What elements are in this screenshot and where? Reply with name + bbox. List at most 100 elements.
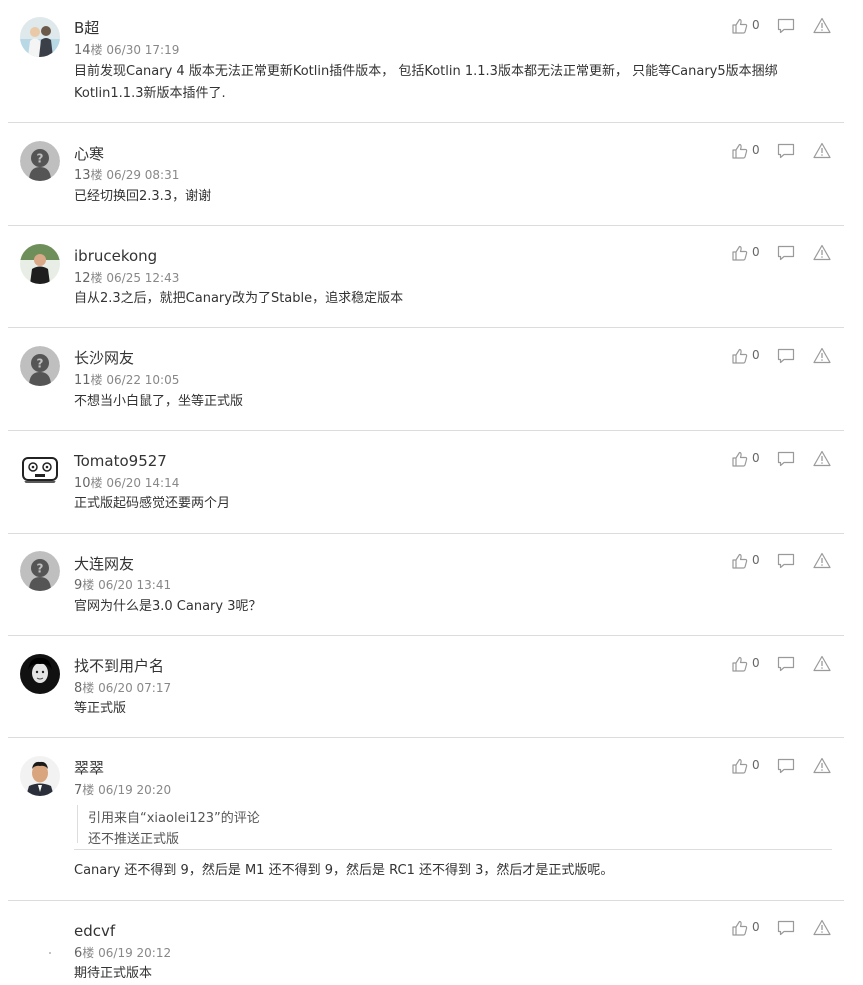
comment-meta: 12楼 06/25 12:43 [74, 271, 179, 286]
comment-item: ? 心寒 13楼 06/29 08:31 已经切换回2.3.3，谢谢 0 [8, 123, 844, 225]
comment-actions: 0 [731, 918, 831, 938]
report-button[interactable] [813, 346, 833, 366]
username[interactable]: 找不到用户名 [74, 657, 164, 675]
floor-suffix: 楼 [90, 476, 103, 490]
avatar[interactable] [20, 244, 60, 284]
comment-text: 已经切换回2.3.3，谢谢 [74, 189, 212, 204]
like-count: 0 [752, 656, 760, 670]
comment-meta: 9楼 06/20 13:41 [74, 578, 171, 593]
speech-bubble-icon [777, 245, 795, 261]
timestamp: 06/20 07:17 [98, 681, 172, 695]
like-button[interactable]: 0 [731, 654, 767, 674]
warning-triangle-icon [813, 244, 831, 261]
comment-item: B超 14楼 06/30 17:19 目前发现Canary 4 版本无法正常更新… [8, 0, 844, 120]
like-button[interactable]: 0 [731, 141, 767, 161]
comment-text: 正式版起码感觉还要两个月 [74, 496, 231, 511]
like-count: 0 [752, 348, 760, 362]
warning-triangle-icon [813, 347, 831, 364]
report-button[interactable] [813, 918, 833, 938]
comment-text: Canary 还不得到 9，然后是 M1 还不得到 9，然后是 RC1 还不得到… [74, 863, 614, 878]
floor-suffix: 楼 [82, 578, 95, 592]
floor-number: 12 [74, 271, 91, 286]
like-button[interactable]: 0 [731, 449, 767, 469]
thumbs-up-icon [732, 656, 748, 672]
svg-text:?: ? [37, 562, 44, 576]
floor-suffix: 楼 [82, 946, 95, 960]
avatar[interactable]: ? [20, 551, 60, 591]
comment-meta: 6楼 06/19 20:12 [74, 946, 171, 961]
report-button[interactable] [813, 16, 833, 36]
reply-button[interactable] [777, 141, 795, 161]
reply-button[interactable] [777, 346, 795, 366]
like-count: 0 [752, 18, 760, 32]
avatar[interactable] [20, 17, 60, 57]
floor-suffix: 楼 [90, 43, 103, 57]
report-button[interactable] [813, 141, 833, 161]
like-count: 0 [752, 451, 760, 465]
quote-divider [74, 849, 832, 850]
username[interactable]: B超 [74, 19, 99, 37]
avatar[interactable] [20, 919, 60, 959]
comment-text: 等正式版 [74, 701, 127, 716]
comment-actions: 0 [731, 16, 831, 36]
comment-actions: 0 [731, 243, 831, 263]
like-button[interactable]: 0 [731, 346, 767, 366]
speech-bubble-icon [777, 348, 795, 364]
username[interactable]: edcvf [74, 922, 115, 940]
reply-button[interactable] [777, 243, 795, 263]
report-button[interactable] [813, 551, 833, 571]
like-button[interactable]: 0 [731, 551, 767, 571]
reply-button[interactable] [777, 756, 795, 776]
svg-text:?: ? [37, 152, 44, 166]
comment-text: 目前发现Canary 4 版本无法正常更新Kotlin插件版本， 包括Kotli… [74, 64, 778, 101]
floor-suffix: 楼 [82, 783, 95, 797]
comment-text: 自从2.3之后，就把Canary改为了Stable，追求稳定版本 [74, 291, 404, 306]
report-button[interactable] [813, 654, 833, 674]
reply-button[interactable] [777, 449, 795, 469]
username[interactable]: ibrucekong [74, 247, 157, 265]
report-button[interactable] [813, 756, 833, 776]
comment-text: 不想当小白鼠了，坐等正式版 [74, 394, 244, 409]
avatar[interactable] [20, 449, 60, 489]
comment-actions: 0 [731, 654, 831, 674]
default-avatar-icon: ? [20, 141, 60, 181]
username[interactable]: 大连网友 [74, 555, 134, 573]
avatar-photo-icon [20, 756, 60, 796]
timestamp: 06/20 13:41 [98, 578, 172, 592]
comment-actions: 0 [731, 756, 831, 776]
floor-number: 10 [74, 476, 91, 491]
default-avatar-icon: ? [20, 551, 60, 591]
report-button[interactable] [813, 449, 833, 469]
comment-item: ? 大连网友 9楼 06/20 13:41 官网为什么是3.0 Canary 3… [8, 534, 844, 635]
avatar[interactable] [20, 654, 60, 694]
thumbs-up-icon [732, 348, 748, 364]
floor-suffix: 楼 [82, 681, 95, 695]
avatar[interactable]: ? [20, 346, 60, 386]
username[interactable]: Tomato9527 [74, 452, 167, 470]
like-button[interactable]: 0 [731, 243, 767, 263]
avatar[interactable] [20, 756, 60, 796]
reply-button[interactable] [777, 16, 795, 36]
avatar[interactable]: ? [20, 141, 60, 181]
username[interactable]: 心寒 [74, 145, 104, 163]
comment-meta: 7楼 06/19 20:20 [74, 783, 171, 798]
floor-suffix: 楼 [90, 271, 103, 285]
reply-button[interactable] [777, 654, 795, 674]
like-button[interactable]: 0 [731, 756, 767, 776]
username[interactable]: 翠翠 [74, 759, 104, 777]
timestamp: 06/25 12:43 [106, 271, 180, 285]
reply-button[interactable] [777, 551, 795, 571]
username[interactable]: 长沙网友 [74, 349, 134, 367]
like-button[interactable]: 0 [731, 16, 767, 36]
avatar-photo-icon [20, 244, 60, 284]
comment-meta: 11楼 06/22 10:05 [74, 373, 179, 388]
warning-triangle-icon [813, 655, 831, 672]
floor-suffix: 楼 [90, 168, 103, 182]
like-button[interactable]: 0 [731, 918, 767, 938]
like-count: 0 [752, 553, 760, 567]
report-button[interactable] [813, 243, 833, 263]
comment-item: edcvf 6楼 06/19 20:12 期待正式版本 0 [8, 901, 844, 984]
timestamp: 06/20 14:14 [106, 476, 180, 490]
comment-actions: 0 [731, 449, 831, 469]
reply-button[interactable] [777, 918, 795, 938]
